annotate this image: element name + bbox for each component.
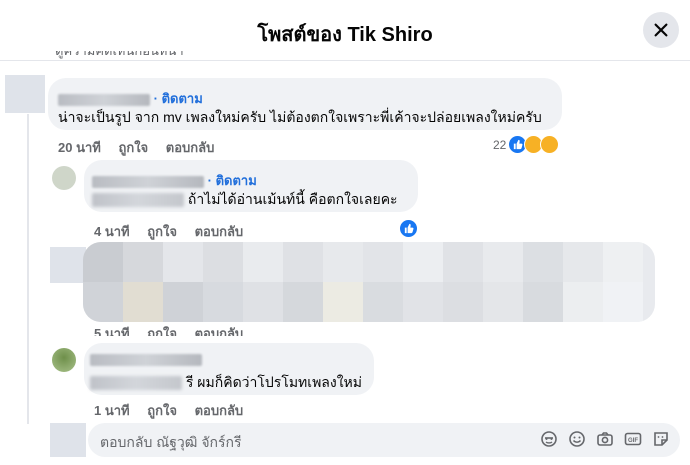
current-user-avatar[interactable]: [50, 423, 86, 457]
camera-icon[interactable]: [596, 430, 614, 448]
comment-text: น่าจะเป็นรูป จาก mv เพลงใหม่ครับ ไม่ต้อง…: [58, 109, 542, 125]
view-previous-comments-link[interactable]: ดูความคิดเห็นก่อนหน้า: [55, 51, 184, 65]
comment-author-row: [90, 351, 202, 366]
author-name[interactable]: [58, 93, 150, 106]
close-icon: [654, 23, 668, 37]
reply-input[interactable]: ตอบกลับ ณัฐวุฒิ จักร์กรี GIF: [88, 423, 680, 457]
reply-button[interactable]: ตอบกลับ: [195, 403, 244, 418]
reply-tools: GIF: [540, 430, 670, 448]
follow-link[interactable]: · ติดตาม: [208, 173, 257, 188]
sticker-icon[interactable]: [652, 430, 670, 448]
reply-button[interactable]: ตอบกลับ: [195, 324, 244, 336]
like-reaction-icon: [399, 219, 418, 238]
like-button[interactable]: ถูกใจ: [147, 324, 177, 336]
reply-button[interactable]: ตอบกลับ: [166, 140, 215, 155]
follow-link[interactable]: · ติดตาม: [154, 91, 203, 106]
reaction-summary[interactable]: 22: [493, 135, 560, 154]
author-name[interactable]: [92, 175, 204, 188]
comment-time[interactable]: 1 นาที: [94, 403, 130, 418]
comment-author-row: · ติดตาม: [92, 170, 257, 191]
avatar[interactable]: [52, 166, 76, 190]
avatar[interactable]: [52, 348, 76, 372]
reply-button[interactable]: ตอบกลับ: [195, 224, 244, 239]
blurred-comment: [83, 242, 655, 322]
wow-reaction-icon: [540, 135, 560, 154]
comment-time[interactable]: 4 นาที: [94, 224, 130, 239]
reaction-summary[interactable]: [399, 219, 418, 238]
comment-text: ถ้าไม่ได้อ่านเม้นท์นี้ คือตกใจเลยคะ: [92, 189, 398, 211]
avatar[interactable]: [5, 75, 45, 113]
comment-author-row: · ติดตาม: [58, 88, 203, 109]
comment-time[interactable]: 20 นาที: [58, 140, 101, 155]
thread-line: [27, 114, 29, 424]
comment-time[interactable]: 5 นาที: [94, 324, 130, 336]
reaction-count: 22: [493, 137, 507, 152]
like-button[interactable]: ถูกใจ: [118, 140, 148, 155]
comment-text: รี ผมก็คิดว่าโปรโมทเพลงใหม่: [90, 372, 362, 394]
dialog-title: โพสต์ของ Tik Shiro: [257, 24, 433, 46]
reply-placeholder: ตอบกลับ ณัฐวุฒิ จักร์กรี: [100, 434, 242, 450]
like-button[interactable]: ถูกใจ: [147, 224, 177, 239]
gif-icon[interactable]: GIF: [624, 430, 642, 448]
comment-actions: 5 นาที ถูกใจ ตอบกลับ: [94, 324, 257, 336]
like-button[interactable]: ถูกใจ: [147, 403, 177, 418]
emoji-icon[interactable]: [568, 430, 586, 448]
svg-text:GIF: GIF: [628, 438, 638, 444]
author-name[interactable]: [90, 353, 202, 366]
avatar[interactable]: [50, 247, 86, 283]
comment-actions: 4 นาที ถูกใจ ตอบกลับ: [94, 221, 257, 242]
close-button[interactable]: [643, 12, 679, 48]
comment-actions: 1 นาที ถูกใจ ตอบกลับ: [94, 400, 257, 421]
comment-actions: 20 นาที ถูกใจ ตอบกลับ: [58, 137, 228, 158]
avatar-sticker-icon[interactable]: [540, 430, 558, 448]
